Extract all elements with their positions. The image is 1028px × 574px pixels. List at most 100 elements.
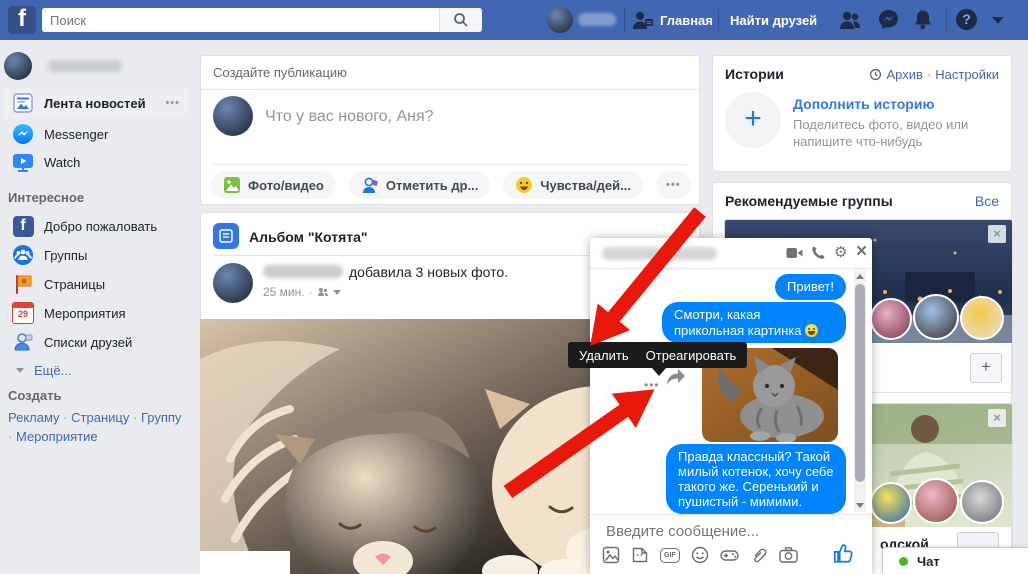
link-create-event[interactable]: Мероприятие [16, 429, 98, 444]
sidebar-item-news-feed[interactable]: Лента новостей ••• [4, 88, 190, 118]
sidebar-item-label: Лента новостей [44, 95, 146, 111]
facebook-logo-letter: f [18, 5, 26, 32]
gif-icon[interactable]: GIF [660, 547, 680, 563]
stories-links: Архив · Настройки [869, 67, 999, 82]
chat-bar-label: Чат [917, 554, 940, 569]
watch-icon [12, 151, 34, 173]
chat-close-icon[interactable]: × [856, 241, 867, 263]
dot-separator: · [63, 410, 68, 425]
post-author-name-blurred[interactable] [263, 265, 343, 278]
sidebar-item-watch[interactable]: Watch [4, 148, 190, 176]
voice-call-icon[interactable] [811, 245, 826, 260]
messenger-icon[interactable] [878, 9, 899, 30]
nav-home[interactable]: Главная [660, 13, 713, 28]
online-status-dot [899, 557, 908, 566]
create-links: Рекламу · Страницу · Группу · Мероприяти… [8, 408, 188, 446]
sidebar-item-messenger[interactable]: Messenger [4, 120, 190, 148]
notifications-bell-icon[interactable] [913, 9, 933, 30]
composer-card: Создайте публикацию Что у вас нового, Ан… [200, 55, 700, 205]
friend-requests-icon[interactable] [632, 10, 654, 30]
sidebar-profile[interactable] [4, 52, 190, 80]
facebook-page: f Главная Найти друзей ? Лента новостей [0, 0, 1028, 574]
dismiss-group-button[interactable]: × [988, 409, 1006, 427]
user-avatar[interactable] [547, 7, 573, 33]
emoji-icon[interactable] [691, 546, 709, 564]
sticker-icon[interactable] [631, 546, 649, 564]
chat-message-input[interactable] [604, 522, 858, 541]
dismiss-group-button[interactable]: × [988, 225, 1006, 243]
composer-more-button[interactable]: ••• [656, 171, 691, 199]
news-feed-more-icon[interactable]: ••• [165, 97, 180, 109]
facebook-logo[interactable]: f [8, 6, 36, 34]
stories-settings-link[interactable]: Настройки [935, 67, 999, 82]
sidebar-item-more[interactable]: Ещё... [4, 356, 190, 384]
feelings-button[interactable]: Чувства/дей... [503, 171, 643, 199]
add-story-button[interactable]: + [725, 92, 781, 148]
chat-header[interactable]: ⚙ × [590, 238, 872, 269]
groups-see-all-link[interactable]: Все [975, 193, 999, 209]
games-icon[interactable] [719, 546, 739, 564]
attach-file-icon[interactable] [750, 546, 768, 564]
help-icon[interactable]: ? [956, 9, 977, 30]
link-create-page[interactable]: Страницу [71, 410, 129, 425]
user-name-blurred[interactable] [578, 13, 616, 26]
sidebar-item-friend-lists[interactable]: Списки друзей [4, 328, 190, 356]
album-title[interactable]: Альбом "Котята" [249, 229, 368, 245]
sidebar-item-label: Списки друзей [44, 334, 133, 350]
composer-avatar [213, 96, 253, 136]
photo-icon [224, 177, 240, 193]
chat-contact-name-blurred [602, 247, 717, 260]
link-create-ad[interactable]: Рекламу [8, 410, 60, 425]
add-story-title[interactable]: Дополнить историю [793, 96, 934, 112]
scroll-up-icon[interactable] [856, 274, 864, 279]
tooltip-react-button[interactable]: Отреагировать [646, 348, 737, 363]
account-menu-caret-icon[interactable] [992, 17, 1004, 24]
photo-video-button[interactable]: Фото/видео [211, 171, 336, 199]
smile-emoji [805, 323, 819, 337]
camera-icon[interactable] [778, 546, 798, 564]
tag-friends-button[interactable]: Отметить др... [348, 171, 491, 199]
nav-find-friends[interactable]: Найти друзей [730, 13, 817, 28]
sidebar-item-events[interactable]: 29 Мероприятия [4, 299, 190, 327]
profile-avatar [4, 52, 32, 80]
search-button[interactable] [439, 8, 482, 32]
video-call-icon[interactable] [786, 246, 803, 260]
join-group-button[interactable]: + [970, 353, 1002, 383]
friends-icon[interactable] [838, 10, 862, 30]
tooltip-delete-button[interactable]: Удалить [579, 348, 629, 363]
post-author-avatar[interactable] [213, 263, 253, 303]
dot-separator: · [926, 67, 932, 82]
member-avatar [913, 478, 959, 524]
separator [946, 9, 947, 31]
divider [590, 514, 872, 515]
chat-toolbar: GIF [602, 546, 798, 564]
chat-message: Правда классный? Такой милый котенок, хо… [666, 444, 846, 514]
scroll-down-icon[interactable] [856, 503, 864, 508]
groups-title: Рекомендуемые группы [725, 193, 893, 209]
composer-input[interactable]: Что у вас нового, Аня? [265, 108, 434, 126]
sidebar-item-welcome[interactable]: f Добро пожаловать [4, 212, 190, 240]
sidebar-item-groups[interactable]: Группы [4, 241, 190, 269]
send-like-icon[interactable] [832, 542, 854, 564]
message-more-options-icon[interactable]: ••• [644, 378, 660, 392]
plus-icon: + [981, 357, 991, 376]
search-icon [454, 13, 468, 27]
chat-settings-gear-icon[interactable]: ⚙ [834, 243, 847, 261]
sidebar-item-pages[interactable]: Страницы [4, 270, 190, 298]
add-story-desc-line2: напишите что-нибудь [793, 134, 923, 149]
stories-archive-link[interactable]: Архив [886, 67, 922, 82]
sidebar-item-label: Watch [44, 154, 81, 170]
friend-lists-icon [12, 331, 34, 353]
attach-image-icon[interactable] [602, 546, 620, 564]
chat-scrollbar[interactable] [854, 270, 866, 512]
add-story-desc: Поделитесь фото, видео или напишите что-… [793, 116, 968, 150]
sidebar-item-label: Страницы [44, 276, 106, 292]
chat-sidebar-toggle[interactable]: Чат [882, 547, 1028, 574]
audience-caret-icon[interactable] [332, 289, 341, 295]
pages-flag-icon [12, 273, 34, 295]
search-input[interactable] [42, 8, 439, 32]
link-create-group[interactable]: Группу [141, 410, 181, 425]
scrollbar-thumb[interactable] [855, 284, 865, 482]
forward-message-icon[interactable] [666, 368, 686, 386]
post-time[interactable]: 25 мин. [263, 285, 305, 299]
